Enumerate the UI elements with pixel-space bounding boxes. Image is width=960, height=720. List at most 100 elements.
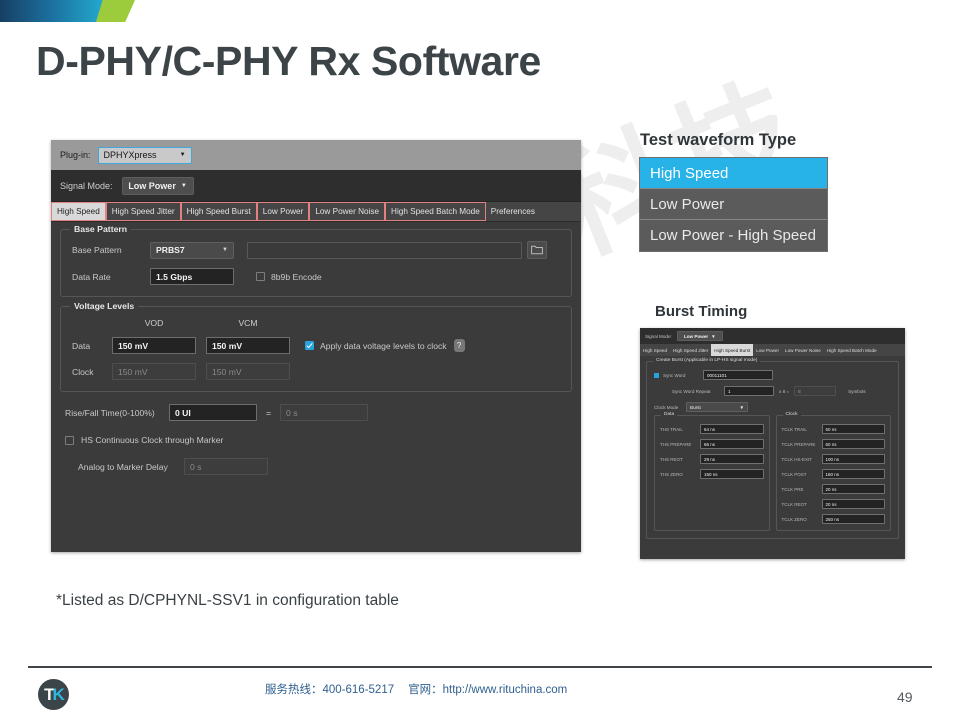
timing-row: TCLK REOT 20 ns: [782, 499, 886, 509]
timing-row: THS PREPARE 66 ns: [660, 439, 764, 449]
data-rate-label: Data Rate: [72, 272, 150, 282]
base-pattern-label: Base Pattern: [72, 245, 150, 255]
folder-icon[interactable]: [527, 241, 547, 259]
tab-low-power[interactable]: Low Power: [257, 202, 310, 221]
voltage-levels-legend: Voltage Levels: [70, 301, 138, 311]
test-waveform-type-title: Test waveform Type: [640, 131, 796, 150]
burst-signal-mode-label: Signal Mode:: [645, 334, 672, 339]
ths-trail-input[interactable]: 64 ns: [700, 424, 764, 434]
ths-zero-label: THS ZERO: [660, 472, 700, 477]
clock-vod-input[interactable]: 150 mV: [112, 363, 196, 380]
plugin-bar: Plug-in: DPHYXpress ▼: [51, 140, 581, 170]
app-body: Base Pattern Base Pattern PRBS7 ▼ Data R…: [51, 222, 581, 482]
help-icon[interactable]: ?: [454, 339, 465, 352]
base-pattern-select[interactable]: PRBS7 ▼: [150, 242, 234, 259]
tclk-trail-input[interactable]: 50 ns: [822, 424, 886, 434]
hs-continuous-clock-checkbox[interactable]: [65, 436, 74, 445]
ths-prepare-input[interactable]: 66 ns: [700, 439, 764, 449]
burst-timing-screenshot: Signal Mode: Low Power ▼ High Speed High…: [640, 328, 905, 559]
tclk-reot-label: TCLK REOT: [782, 502, 822, 507]
clock-vcm-input[interactable]: 150 mV: [206, 363, 290, 380]
timing-row: THS TRAIL 64 ns: [660, 424, 764, 434]
apply-to-clock-label: Apply data voltage levels to clock: [320, 341, 447, 351]
tab-high-speed-burst[interactable]: High Speed Burst: [181, 202, 257, 221]
sync-word-repeat-row: Sync Word Repeat 1 x 8 = 8 Symbols: [654, 386, 891, 396]
burst-signal-mode-select[interactable]: Low Power ▼: [677, 331, 723, 341]
burst-signal-mode-value: Low Power: [684, 334, 708, 339]
ths-prepare-label: THS PREPARE: [660, 442, 700, 447]
page-number: 49: [897, 689, 913, 705]
burst-tab-low-power-noise[interactable]: Low Power Noise: [782, 344, 824, 356]
encode-checkbox[interactable]: [256, 272, 265, 281]
symbols-units-label: Symbols: [848, 389, 866, 394]
sync-word-repeat-label: Sync Word Repeat: [672, 389, 724, 394]
timing-row: TCLK TRAIL 50 ns: [782, 424, 886, 434]
tclk-post-label: TCLK POST: [782, 472, 822, 477]
footer-website: 官网：http://www.rituchina.com: [408, 684, 567, 696]
tclk-post-input[interactable]: 160 ns: [822, 469, 886, 479]
burst-tab-low-power[interactable]: Low Power: [753, 344, 782, 356]
chevron-down-icon: ▼: [180, 152, 186, 158]
sync-word-checkbox[interactable]: [654, 373, 659, 378]
data-vod-input[interactable]: 150 mV: [112, 337, 196, 354]
tclk-hs-exit-input[interactable]: 100 ns: [822, 454, 886, 464]
create-burst-legend: Create Burst (Applicable in LP-HS signal…: [653, 358, 760, 363]
base-pattern-value: PRBS7: [156, 245, 185, 255]
tclk-zero-input[interactable]: 250 ns: [822, 514, 886, 524]
data-vcm-input[interactable]: 150 mV: [206, 337, 290, 354]
tab-high-speed-jitter[interactable]: High Speed Jitter: [106, 202, 181, 221]
tclk-trail-label: TCLK TRAIL: [782, 427, 822, 432]
tclk-zero-label: TCLK ZERO: [782, 517, 822, 522]
ths-zero-input[interactable]: 150 ns: [700, 469, 764, 479]
footer-divider: [28, 666, 932, 668]
tab-low-power-noise[interactable]: Low Power Noise: [309, 202, 385, 221]
tab-high-speed-batch-mode[interactable]: High Speed Batch Mode: [385, 202, 486, 221]
footer-contact: 服务热线：400-616-5217 官网：http://www.rituchina…: [265, 681, 567, 697]
tclk-prepare-label: TCLK PREPARE: [782, 442, 822, 447]
waveform-option-low-power-high-speed[interactable]: Low Power - High Speed: [640, 220, 827, 251]
page-title: D-PHY/C-PHY Rx Software: [36, 38, 541, 85]
tclk-pre-input[interactable]: 20 ns: [822, 484, 886, 494]
pattern-file-input[interactable]: [247, 242, 522, 259]
corner-ribbon: [0, 0, 135, 22]
sync-word-input[interactable]: 00011101: [703, 370, 773, 380]
sync-word-repeat-input[interactable]: 1: [724, 386, 774, 396]
plugin-select[interactable]: DPHYXpress ▼: [98, 147, 192, 164]
chevron-down-icon: ▼: [739, 405, 744, 410]
tab-bar: High Speed High Speed Jitter High Speed …: [51, 202, 581, 222]
waveform-option-low-power[interactable]: Low Power: [640, 189, 827, 220]
test-waveform-type-list: High Speed Low Power Low Power - High Sp…: [639, 157, 828, 252]
create-burst-group: Create Burst (Applicable in LP-HS signal…: [646, 361, 899, 539]
data-rate-input[interactable]: 1.5 Gbps: [150, 268, 234, 285]
burst-tab-high-speed-jitter[interactable]: High Speed Jitter: [670, 344, 711, 356]
signal-mode-select[interactable]: Low Power ▼: [122, 177, 194, 195]
tab-high-speed[interactable]: High Speed: [51, 202, 106, 221]
signal-mode-value: Low Power: [128, 181, 176, 191]
marker-delay-input[interactable]: 0 s: [184, 458, 268, 475]
timing-row: THS ZERO 150 ns: [660, 469, 764, 479]
hs-continuous-clock-row: HS Continuous Clock through Marker: [60, 435, 572, 445]
burst-tab-high-speed-burst[interactable]: High Speed Burst: [711, 344, 753, 356]
hs-continuous-clock-label: HS Continuous Clock through Marker: [81, 435, 223, 445]
signal-mode-label: Signal Mode:: [60, 181, 113, 191]
tclk-reot-input[interactable]: 20 ns: [822, 499, 886, 509]
burst-body: Create Burst (Applicable in LP-HS signal…: [640, 356, 905, 544]
ths-reot-input[interactable]: 29 ns: [700, 454, 764, 464]
burst-tab-high-speed-batch-mode[interactable]: High Speed Batch Mode: [824, 344, 880, 356]
voltage-row-clock: Clock 150 mV 150 mV: [72, 363, 560, 380]
tclk-prepare-input[interactable]: 60 ns: [822, 439, 886, 449]
signal-mode-bar: Signal Mode: Low Power ▼: [51, 170, 581, 202]
burst-timing-title: Burst Timing: [655, 303, 747, 320]
column-header-vcm: VCM: [206, 318, 290, 328]
apply-to-clock-checkbox[interactable]: [305, 341, 314, 350]
tclk-pre-label: TCLK PRE: [782, 487, 822, 492]
footer-hotline: 服务热线：400-616-5217: [265, 684, 394, 696]
symbols-total: 8: [794, 386, 836, 396]
clock-mode-select[interactable]: Burst ▼: [686, 402, 748, 412]
voltage-row-label: Data: [72, 341, 112, 351]
waveform-option-high-speed[interactable]: High Speed: [640, 158, 827, 189]
rise-fall-input[interactable]: 0 UI: [169, 404, 257, 421]
tab-preferences[interactable]: Preferences: [486, 202, 540, 221]
timing-row: TCLK ZERO 250 ns: [782, 514, 886, 524]
burst-tab-high-speed[interactable]: High Speed: [640, 344, 670, 356]
